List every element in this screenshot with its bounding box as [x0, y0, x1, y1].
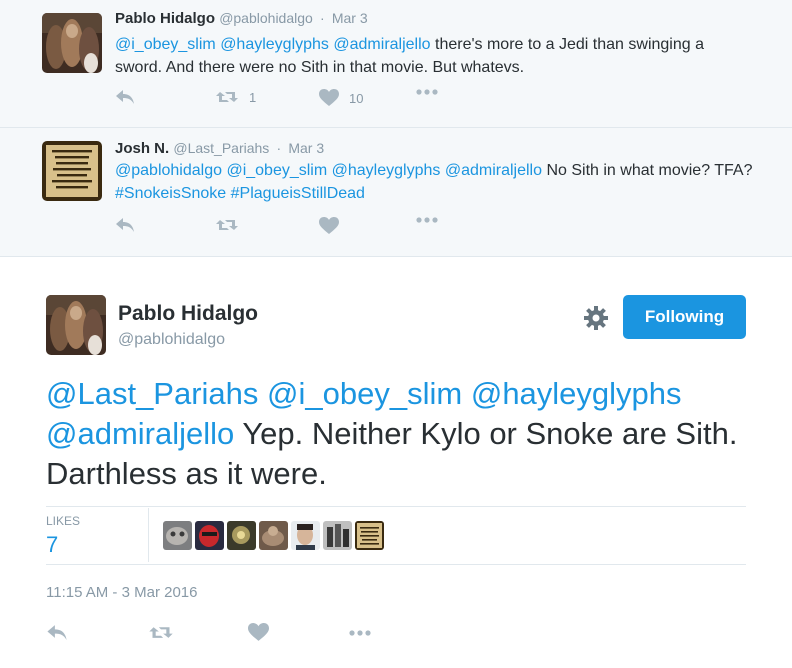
mention-link[interactable]: @i_obey_slim [267, 376, 462, 411]
reply-icon [116, 218, 134, 232]
tweet-date[interactable]: Mar 3 [288, 140, 324, 156]
retweet-button[interactable] [215, 217, 249, 233]
heart-icon [319, 89, 339, 106]
more-button[interactable] [348, 630, 372, 636]
liker-avatar[interactable] [259, 521, 288, 550]
liker-avatars [163, 521, 384, 550]
separator-dot: · [276, 140, 282, 156]
heart-icon [248, 623, 269, 641]
more-button[interactable] [416, 89, 438, 95]
reply-header: Pablo Hidalgo @pablohidalgo · Mar 3 [115, 10, 368, 27]
author-name[interactable]: Pablo Hidalgo [115, 10, 215, 27]
hashtag-link[interactable]: #SnokeisSnoke [115, 185, 226, 202]
liker-avatar[interactable] [227, 521, 256, 550]
main-author-name[interactable]: Pablo Hidalgo [118, 302, 258, 326]
main-avatar[interactable] [46, 295, 106, 355]
reply-header: Josh N. @Last_Pariahs · Mar 3 [115, 140, 324, 157]
stats-separator [148, 508, 149, 562]
reply-text: @pablohidalgo @i_obey_slim @hayleyglyphs… [115, 159, 755, 205]
mention-link[interactable]: @i_obey_slim [226, 162, 327, 179]
text-span: No Sith in what movie? TFA? [542, 162, 753, 179]
retweet-icon [149, 627, 173, 638]
like-button[interactable] [248, 623, 269, 642]
like-button[interactable]: 10 [319, 89, 363, 107]
separator-dot: · [319, 10, 325, 26]
reply-text: @i_obey_slim @hayleyglyphs @admiraljello… [115, 33, 755, 79]
mention-link[interactable]: @hayleyglyphs [220, 36, 329, 53]
liker-avatar[interactable] [323, 521, 352, 550]
tweet-date[interactable]: Mar 3 [332, 10, 368, 26]
retweet-icon [216, 92, 238, 102]
reply-button[interactable] [115, 89, 135, 105]
mention-link[interactable]: @i_obey_slim [115, 36, 216, 53]
mention-link[interactable]: @admiraljello [445, 162, 542, 179]
divider [46, 564, 746, 565]
like-button[interactable] [319, 217, 349, 235]
reply-tweet-2[interactable]: Josh N. @Last_Pariahs · Mar 3 @pablohida… [0, 128, 792, 257]
mention-link[interactable]: @Last_Pariahs [46, 376, 258, 411]
retweet-icon [216, 220, 238, 230]
more-button[interactable] [416, 217, 438, 223]
gear-icon[interactable] [582, 304, 610, 332]
likes-label[interactable]: LIKES [46, 514, 80, 528]
mention-link[interactable]: @admiraljello [46, 416, 234, 451]
reply-tweet-1[interactable]: Pablo Hidalgo @pablohidalgo · Mar 3 @i_o… [0, 0, 792, 128]
reply-avatar[interactable] [42, 141, 102, 201]
reply-icon [47, 625, 67, 640]
retweet-button[interactable] [148, 624, 174, 641]
mention-link[interactable]: @admiraljello [333, 36, 430, 53]
text-span [462, 376, 471, 411]
main-author-handle[interactable]: @pablohidalgo [118, 331, 225, 349]
likes-count[interactable]: 7 [46, 532, 58, 558]
hashtag-link[interactable]: #PlagueisStillDead [231, 185, 365, 202]
mention-link[interactable]: @hayleyglyphs [471, 376, 682, 411]
reply-button[interactable] [46, 624, 68, 641]
more-icon [416, 217, 438, 223]
more-icon [416, 89, 438, 95]
heart-icon [319, 217, 339, 234]
retweet-count: 1 [249, 89, 257, 105]
retweet-button[interactable]: 1 [215, 89, 256, 105]
author-name[interactable]: Josh N. [115, 140, 169, 157]
text-span [258, 376, 267, 411]
liker-avatar[interactable] [291, 521, 320, 550]
tweet-timestamp[interactable]: 11:15 AM - 3 Mar 2016 [46, 584, 197, 601]
main-tweet-text: @Last_Pariahs @i_obey_slim @hayleyglyphs… [46, 374, 766, 494]
more-icon [349, 630, 371, 636]
author-handle[interactable]: @Last_Pariahs [173, 140, 269, 156]
liker-avatar[interactable] [163, 521, 192, 550]
reply-button[interactable] [115, 217, 135, 233]
reply-icon [116, 90, 134, 104]
like-count: 10 [349, 90, 364, 106]
liker-avatar[interactable] [355, 521, 384, 550]
divider [46, 506, 746, 507]
mention-link[interactable]: @hayleyglyphs [332, 162, 441, 179]
mention-link[interactable]: @pablohidalgo [115, 162, 222, 179]
following-button[interactable]: Following [623, 295, 746, 339]
author-handle[interactable]: @pablohidalgo [219, 10, 313, 26]
reply-avatar[interactable] [42, 13, 102, 73]
liker-avatar[interactable] [195, 521, 224, 550]
